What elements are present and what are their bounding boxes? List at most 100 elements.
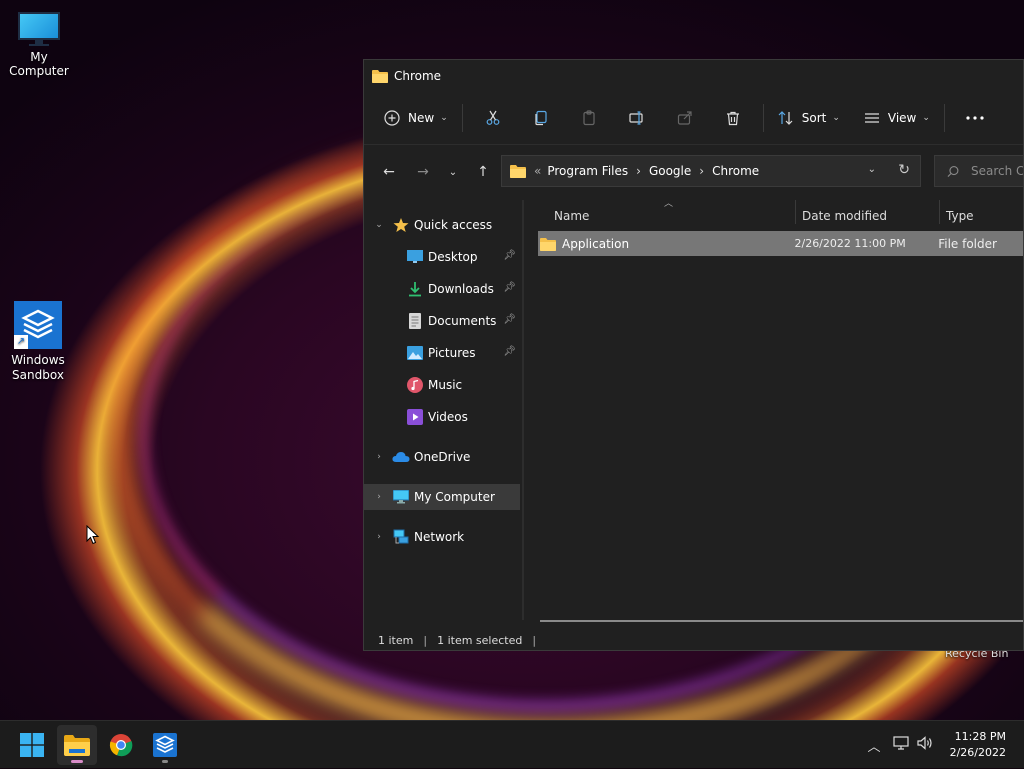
chevron-right-icon[interactable]: ›: [699, 164, 704, 178]
title-bar[interactable]: Chrome: [364, 60, 1023, 92]
show-hidden-icons-chevron-icon[interactable]: ︿: [864, 736, 884, 755]
taskbar-file-explorer[interactable]: [57, 725, 97, 765]
chevron-right-icon[interactable]: ›: [372, 532, 386, 542]
chevron-down-icon: ⌄: [440, 113, 448, 123]
windows-sandbox-icon: ↗: [14, 301, 62, 349]
nav-my-computer[interactable]: › My Computer: [364, 484, 520, 510]
desktop-icon-windows-sandbox[interactable]: ↗ Windows Sandbox: [0, 301, 76, 383]
copy-button[interactable]: [525, 102, 557, 134]
nav-onedrive[interactable]: › OneDrive: [364, 444, 520, 470]
arrow-left-icon: ←: [383, 164, 395, 180]
refresh-icon[interactable]: ↻: [898, 162, 910, 178]
rename-button[interactable]: [621, 102, 653, 134]
desktop-icon-label: Windows Sandbox: [11, 353, 65, 382]
clock-time: 11:28 PM: [954, 730, 1006, 743]
pane-splitter[interactable]: [522, 200, 524, 620]
column-header-name[interactable]: Name: [554, 200, 794, 232]
cloud-icon: [392, 449, 410, 465]
column-header-date-modified[interactable]: Date modified: [802, 200, 932, 232]
taskbar-chrome[interactable]: [101, 725, 141, 765]
column-divider[interactable]: [939, 200, 940, 224]
start-button[interactable]: [12, 725, 52, 765]
nav-item-desktop[interactable]: Desktop 📌︎: [364, 244, 520, 270]
chevron-right-icon[interactable]: ›: [372, 492, 386, 502]
new-button[interactable]: New ⌄: [376, 102, 456, 134]
status-selected-count: 1 item selected: [437, 633, 523, 647]
desktop-icon-my-computer[interactable]: My Computer: [1, 12, 77, 78]
chevron-down-icon[interactable]: ⌄: [372, 220, 386, 230]
view-list-icon: [864, 113, 879, 123]
column-divider[interactable]: [795, 200, 796, 224]
nav-item-music[interactable]: Music: [364, 372, 520, 398]
copy-icon: [535, 110, 547, 126]
view-button[interactable]: View ⌄: [856, 102, 938, 134]
toolbar-divider: [943, 104, 945, 132]
file-explorer-window: Chrome New ⌄ Sort ⌄ View ⌄ ← → ⌄ ↑ « Pro…: [363, 59, 1024, 651]
search-icon: [947, 165, 959, 177]
nav-quick-access[interactable]: ⌄ Quick access: [364, 212, 520, 238]
breadcrumb-chrome[interactable]: Chrome: [712, 164, 759, 178]
forward-button[interactable]: →: [406, 156, 440, 188]
up-button[interactable]: ↑: [466, 156, 500, 188]
shortcut-arrow-icon: ↗: [14, 335, 28, 349]
paste-button[interactable]: [573, 102, 605, 134]
recent-locations-button[interactable]: ⌄: [440, 156, 466, 188]
desktop-icon: [406, 249, 424, 265]
folder-icon: [372, 70, 388, 83]
taskbar-clock[interactable]: 11:28 PM 2/26/2022: [950, 729, 1006, 761]
chevron-right-icon[interactable]: ›: [636, 164, 641, 178]
nav-item-downloads[interactable]: Downloads 📌︎: [364, 276, 520, 302]
nav-item-pictures[interactable]: Pictures 📌︎: [364, 340, 520, 366]
nav-item-label: Music: [428, 378, 463, 392]
windows-logo-icon: [20, 733, 44, 757]
video-icon: [406, 409, 424, 425]
file-date-modified: 2/26/2022 11:00 PM: [794, 237, 906, 250]
back-button[interactable]: ←: [372, 156, 406, 188]
chevron-right-icon[interactable]: ›: [372, 452, 386, 462]
file-type: File folder: [938, 236, 997, 251]
cut-button[interactable]: [477, 102, 509, 134]
folder-icon: [540, 237, 556, 251]
status-item-count: 1 item: [378, 633, 414, 647]
file-name: Application: [562, 236, 630, 251]
breadcrumb-overflow[interactable]: «: [534, 164, 541, 178]
network-status-icon[interactable]: [888, 736, 914, 754]
running-indicator: [162, 760, 168, 763]
address-dropdown-icon[interactable]: ⌄: [868, 164, 876, 175]
rename-icon: [629, 111, 643, 125]
delete-button[interactable]: [717, 102, 749, 134]
document-icon: [406, 313, 424, 329]
toolbar-divider: [762, 104, 764, 132]
new-label: New: [408, 111, 435, 125]
more-options-button[interactable]: [959, 102, 991, 134]
pin-icon: 📌︎: [503, 282, 516, 293]
desktop-icon-label: My Computer: [9, 50, 69, 78]
column-header-type[interactable]: Type: [946, 200, 1023, 232]
window-title: Chrome: [394, 69, 442, 83]
music-icon: [406, 377, 424, 393]
chevron-down-icon: ⌄: [922, 113, 930, 123]
view-label: View: [887, 111, 917, 125]
breadcrumb-program-files[interactable]: Program Files: [547, 164, 628, 178]
search-input[interactable]: [969, 163, 1023, 179]
taskbar-windows-sandbox[interactable]: [145, 725, 185, 765]
share-button[interactable]: [669, 102, 701, 134]
address-bar[interactable]: « Program Files › Google › Chrome ⌄ ↻: [501, 155, 921, 187]
nav-item-documents[interactable]: Documents 📌︎: [364, 308, 520, 334]
nav-item-label: Desktop: [428, 250, 478, 264]
nav-network[interactable]: › Network: [364, 524, 520, 550]
download-icon: [406, 281, 424, 297]
arrow-right-icon: →: [417, 164, 429, 180]
sort-button[interactable]: Sort ⌄: [770, 102, 848, 134]
file-list: ︿ Name Date modified Type Application 2/…: [534, 199, 1023, 630]
horizontal-scrollbar[interactable]: [540, 620, 1023, 622]
share-icon: [677, 111, 692, 125]
table-row[interactable]: Application 2/26/2022 11:00 PM File fold…: [538, 231, 1023, 256]
mouse-cursor-icon: [86, 525, 100, 545]
breadcrumb-google[interactable]: Google: [649, 164, 691, 178]
nav-item-videos[interactable]: Videos: [364, 404, 520, 430]
volume-icon[interactable]: [914, 736, 936, 754]
search-box[interactable]: [934, 155, 1023, 187]
sort-icon: [778, 111, 793, 125]
command-bar: New ⌄ Sort ⌄ View ⌄: [364, 92, 1023, 145]
